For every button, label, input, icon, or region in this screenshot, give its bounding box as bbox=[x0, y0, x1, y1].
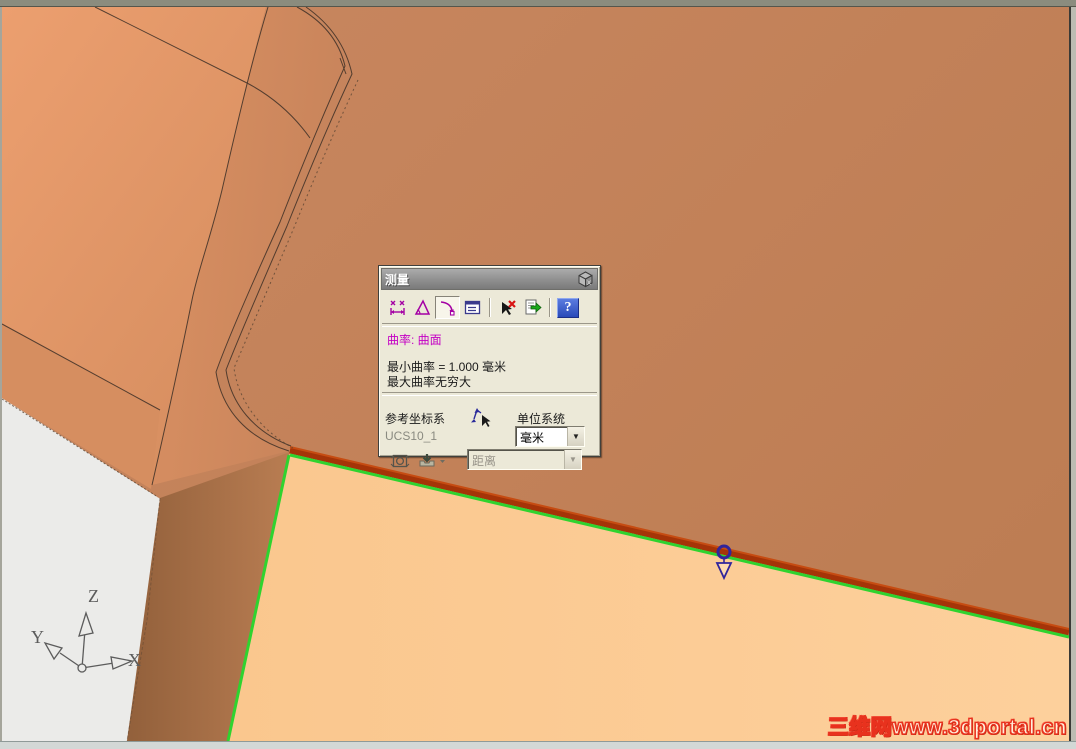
measure-mode-text: 曲率: 曲面 bbox=[387, 333, 442, 347]
cad-application-window: Z Y X 三维网www.3dportal.cn 测量 X ? 曲率: 曲面 最… bbox=[0, 0, 1076, 749]
reference-csys-label: 参考坐标系 bbox=[385, 412, 446, 426]
axis-label-z: Z bbox=[88, 586, 99, 606]
unit-system-value: 毫米 bbox=[520, 431, 545, 445]
unit-system-label: 单位系统 bbox=[517, 412, 566, 426]
max-curvature-text: 最大曲率无穷大 bbox=[387, 375, 472, 389]
distance-field-value: 距离 bbox=[472, 454, 497, 468]
dialog-toolbar: ? bbox=[379, 290, 600, 323]
curvature-measure-button[interactable] bbox=[435, 296, 460, 319]
snapshot-view-button[interactable] bbox=[387, 450, 413, 471]
toolbar-separator bbox=[549, 298, 551, 317]
unit-dropdown-button[interactable]: ▼ bbox=[567, 427, 584, 446]
measurement-info-button[interactable] bbox=[460, 296, 485, 319]
dialog-title: 测量 bbox=[385, 272, 410, 287]
min-curvature-text: 最小曲率 = 1.000 毫米 bbox=[387, 360, 507, 374]
svg-text:X: X bbox=[587, 281, 591, 287]
export-results-button[interactable] bbox=[520, 296, 545, 319]
save-results-button[interactable] bbox=[415, 450, 449, 471]
axis-label-y: Y bbox=[31, 627, 44, 647]
csys-picker-icon[interactable] bbox=[469, 407, 493, 432]
distance-combobox: 距离 ▼ bbox=[467, 449, 582, 470]
clear-selection-button[interactable] bbox=[495, 296, 520, 319]
dialog-titlebar[interactable]: 测量 X bbox=[381, 268, 598, 290]
toolbar-separator bbox=[489, 298, 491, 317]
reference-csys-value: UCS10_1 bbox=[385, 429, 438, 443]
angle-measure-button[interactable] bbox=[410, 296, 435, 319]
chevron-down-icon: ▼ bbox=[572, 432, 580, 441]
watermark: 三维网www.3dportal.cn bbox=[827, 715, 1067, 739]
dialog-rail-cube-icon[interactable]: X bbox=[577, 270, 594, 288]
axis-label-x: X bbox=[128, 650, 141, 670]
measure-dialog[interactable]: 测量 X ? 曲率: 曲面 最小曲率 = 1.000 毫米 最大曲率无穷大 参考… bbox=[378, 265, 601, 470]
distance-measure-button[interactable] bbox=[385, 296, 410, 319]
unit-system-combobox[interactable]: 毫米 ▼ bbox=[515, 426, 585, 447]
chevron-down-icon: ▼ bbox=[564, 450, 581, 469]
separator-line bbox=[382, 392, 597, 396]
measurement-results: 曲率: 曲面 最小曲率 = 1.000 毫米 最大曲率无穷大 bbox=[379, 327, 600, 392]
help-button[interactable]: ? bbox=[557, 297, 579, 318]
